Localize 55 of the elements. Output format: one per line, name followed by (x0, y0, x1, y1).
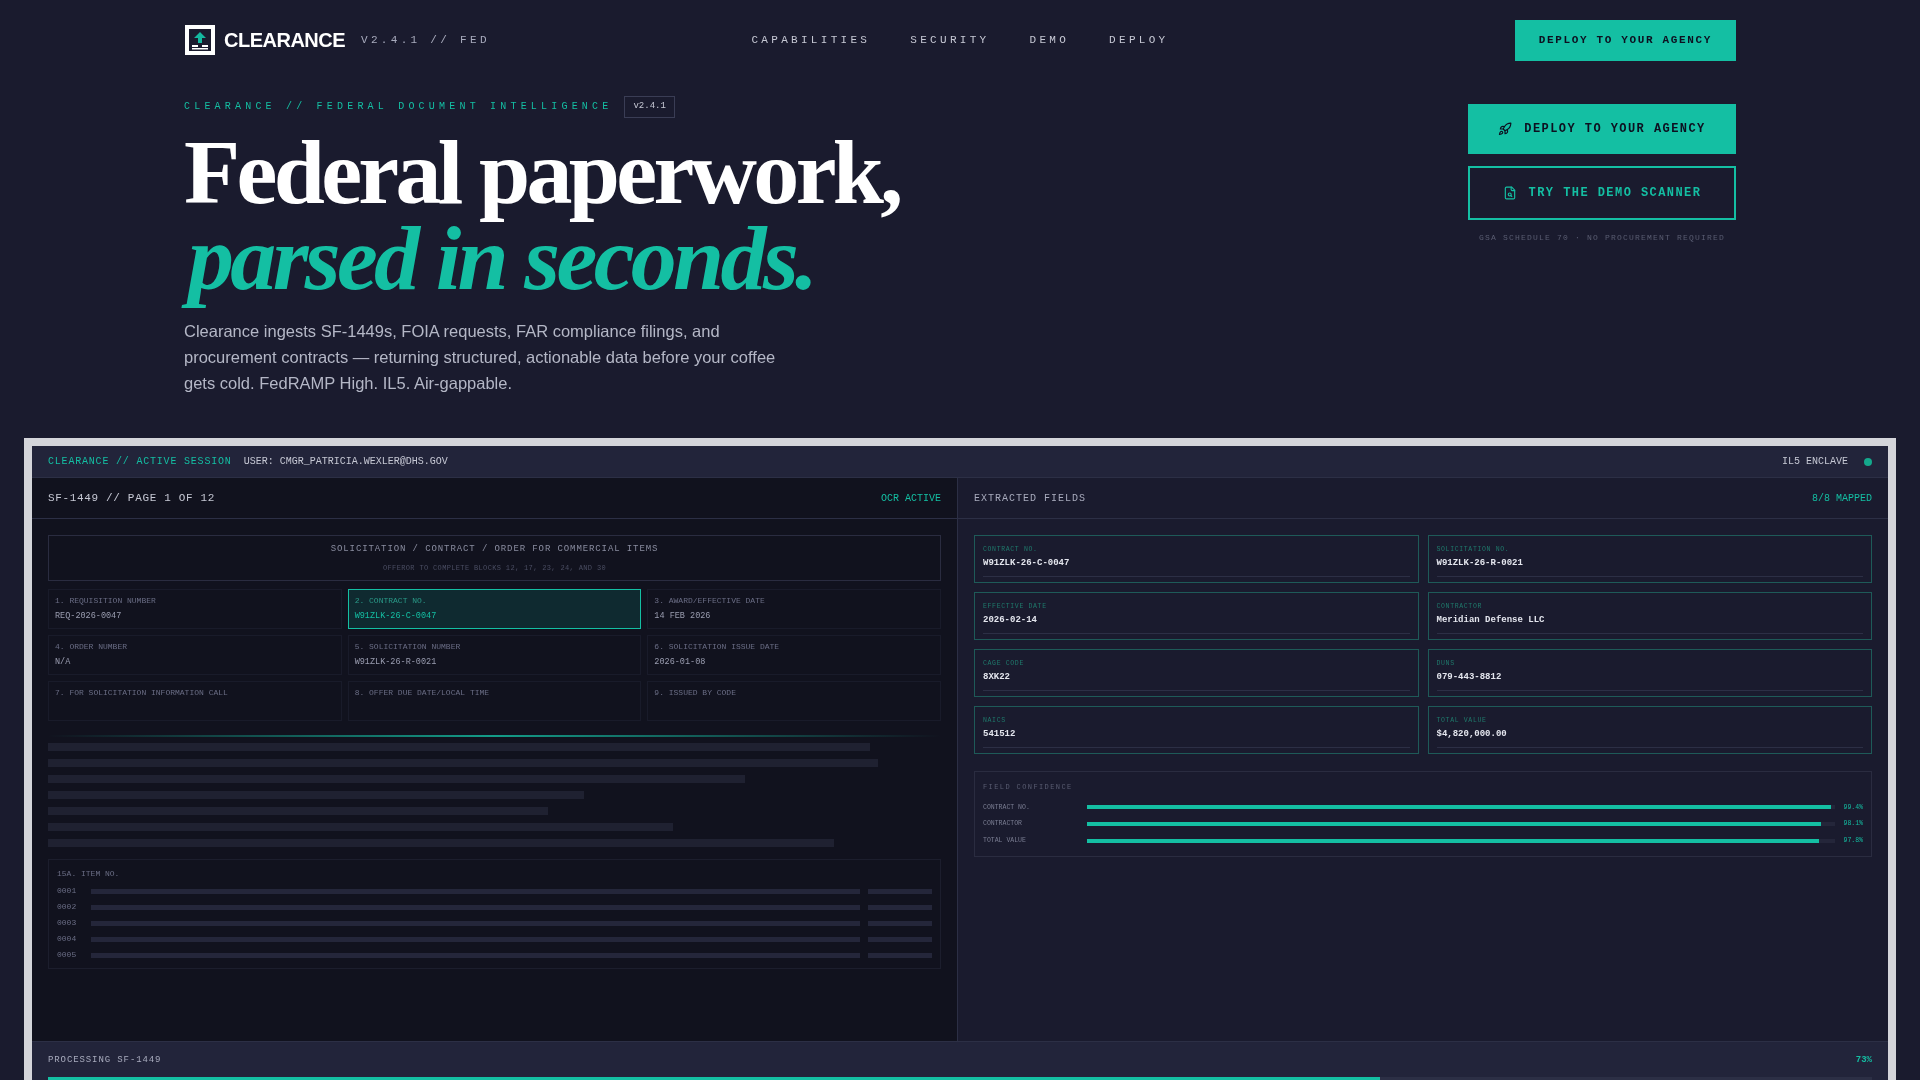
block-value: W91ZLK-26-C-0047 (354, 610, 438, 623)
field-value: $4,820,000.00 (1436, 727, 1863, 749)
procurement-note: GSA SCHEDULE 70 · NO PROCUREMENT REQUIRED (1478, 232, 1725, 244)
field-value: 079-443-8812 (1436, 670, 1863, 692)
field-value: 541512 (983, 727, 1410, 749)
enclave-label: IL5 ENCLAVE (1782, 455, 1848, 469)
block-label: 3. AWARD/EFFECTIVE DATE (654, 595, 766, 607)
block-label: 6. SOLICITATION ISSUE DATE (654, 641, 781, 653)
brand-name: CLEARANCE (224, 28, 346, 53)
nav-link[interactable]: SECURITY (910, 31, 990, 49)
document-icon (1502, 186, 1517, 200)
block-label: 5. SOLICITATION NUMBER (354, 641, 462, 653)
item-number: 0003 (57, 917, 78, 929)
block-label: 4. ORDER NUMBER (55, 641, 128, 653)
block-value: 14 FEB 2026 (654, 610, 712, 623)
field-value: Meridian Defense LLC (1436, 613, 1863, 635)
block-value: N/A (55, 656, 72, 669)
processing-reading: 73% (1855, 1053, 1872, 1067)
nav-link[interactable]: DEMO (1029, 31, 1070, 49)
field-value: W91ZLK-26-C-0047 (983, 556, 1410, 578)
block-label: 2. CONTRACT NO. (354, 595, 428, 607)
block-label: 9. ISSUED BY CODE (654, 687, 737, 699)
nav-link[interactable]: CAPABILITIES (751, 31, 871, 49)
deploy-button[interactable]: DEPLOY TO YOUR AGENCY (1514, 19, 1736, 61)
field-value: W91ZLK-26-R-0021 (1436, 556, 1863, 578)
version-label: V2.4.1 // FED (361, 32, 490, 48)
ocr-status: OCR ACTIVE (881, 491, 941, 506)
field-value: 8XK22 (983, 670, 1410, 692)
block-label: 1. REQUISITION NUMBER (55, 595, 157, 607)
extracted-title: EXTRACTED FIELDS (974, 491, 1086, 506)
item-number: 0002 (57, 901, 78, 913)
user-label: USER: CMGR_PATRICIA.WEXLER@DHS.GOV (243, 455, 448, 469)
logo-icon (184, 24, 216, 56)
document-title: SF-1449 // PAGE 1 OF 12 (48, 490, 215, 506)
item-number: 0004 (57, 933, 78, 945)
deploy-button[interactable]: DEPLOY TO YOUR AGENCY (1468, 104, 1736, 154)
rocket-icon (1498, 122, 1513, 136)
block-value: REQ-2026-0047 (55, 610, 123, 623)
form-title: SOLICITATION / CONTRACT / ORDER FOR COMMERCIAL ITEMS (330, 543, 659, 556)
items-heading: 15A. ITEM NO. (57, 868, 121, 880)
hero-description: Clearance ingests SF-1449s, FOIA requests, FAR compliance filings, and procurement contracts — returning structured, actionable data before your coffee gets cold. FedRAMP High. IL5. Air-gappable. (184, 320, 777, 394)
item-number: 0001 (57, 885, 78, 897)
version-badge: v2.4.1 (624, 96, 675, 118)
demo-scanner-button[interactable]: TRY THE DEMO SCANNER (1468, 166, 1736, 220)
item-number: 0005 (57, 949, 78, 961)
block-label: 7. FOR SOLICITATION INFORMATION CALL (55, 687, 229, 699)
mapped-count: 8/8 MAPPED (1812, 491, 1872, 506)
block-value: 2026-01-08 (654, 656, 707, 669)
session-title: CLEARANCE // ACTIVE SESSION (48, 455, 232, 469)
block-label: 8. OFFER DUE DATE/LOCAL TIME (354, 687, 491, 699)
eyebrow-text: CLEARANCE // FEDERAL DOCUMENT INTELLIGENCE (184, 100, 613, 115)
field-value: 2026-02-14 (983, 613, 1410, 635)
block-value: W91ZLK-26-R-0021 (354, 656, 438, 669)
nav-link[interactable]: DEPLOY (1109, 31, 1169, 49)
processing-label: PROCESSING SF-1449 (48, 1053, 162, 1067)
